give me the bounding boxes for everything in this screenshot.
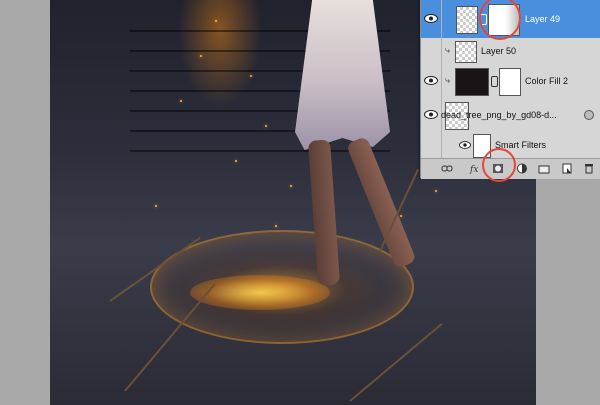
magic-glow <box>190 275 330 310</box>
spark <box>275 225 277 227</box>
spark <box>265 125 267 127</box>
svg-text:fx: fx <box>469 165 478 174</box>
spark <box>250 75 252 77</box>
layer-row[interactable]: ⤷ Layer 50 <box>421 38 600 65</box>
layer-row[interactable]: dead_tree_png_by_gd08-d... <box>421 98 600 133</box>
new-layer-icon[interactable] <box>561 163 573 174</box>
spark <box>215 20 217 22</box>
layer-thumbnail[interactable] <box>455 41 477 63</box>
visibility-toggle[interactable] <box>421 98 442 132</box>
eye-icon <box>424 76 438 85</box>
layer-name: Color Fill 2 <box>525 76 569 86</box>
eye-icon <box>424 110 438 119</box>
highlight-circle <box>482 148 516 182</box>
spark <box>235 160 237 162</box>
link-icon[interactable] <box>441 163 453 174</box>
spark <box>180 100 182 102</box>
layer-row[interactable]: ⤷ Color Fill 2 <box>421 64 600 99</box>
dress <box>295 0 390 150</box>
clipping-arrow-icon: ⤷ <box>445 75 451 85</box>
layer-name: dead_tree_png_by_gd08-d... <box>441 110 557 120</box>
visibility-toggle[interactable] <box>421 132 442 158</box>
group-folder-icon[interactable] <box>538 163 550 174</box>
visibility-toggle[interactable] <box>421 64 442 98</box>
fill-thumbnail[interactable] <box>455 68 489 96</box>
filter-options-icon[interactable] <box>583 109 595 121</box>
fx-icon[interactable]: fx <box>469 163 481 174</box>
spark <box>155 205 157 207</box>
adjustment-layer-icon[interactable] <box>516 163 528 174</box>
visibility-toggle[interactable] <box>421 38 442 64</box>
eye-icon <box>424 14 438 23</box>
spark <box>200 55 202 57</box>
visibility-toggle[interactable] <box>421 0 442 38</box>
spark <box>435 190 437 192</box>
layer-mask-thumbnail[interactable] <box>499 68 521 96</box>
clipping-arrow-icon: ⤷ <box>445 45 451 55</box>
spark <box>290 185 292 187</box>
layer-name: Layer 50 <box>481 46 517 56</box>
spark <box>400 215 402 217</box>
link-icon[interactable] <box>491 76 498 87</box>
layers-panel[interactable]: Layer 49 ⤷ Layer 50 ⤷ Color Fill 2 dead_… <box>420 0 600 182</box>
layer-thumbnail[interactable] <box>456 6 478 34</box>
tree-branch <box>349 323 443 402</box>
trash-icon[interactable] <box>583 163 595 174</box>
layer-name: Layer 49 <box>525 14 561 24</box>
eye-icon[interactable] <box>459 141 471 149</box>
